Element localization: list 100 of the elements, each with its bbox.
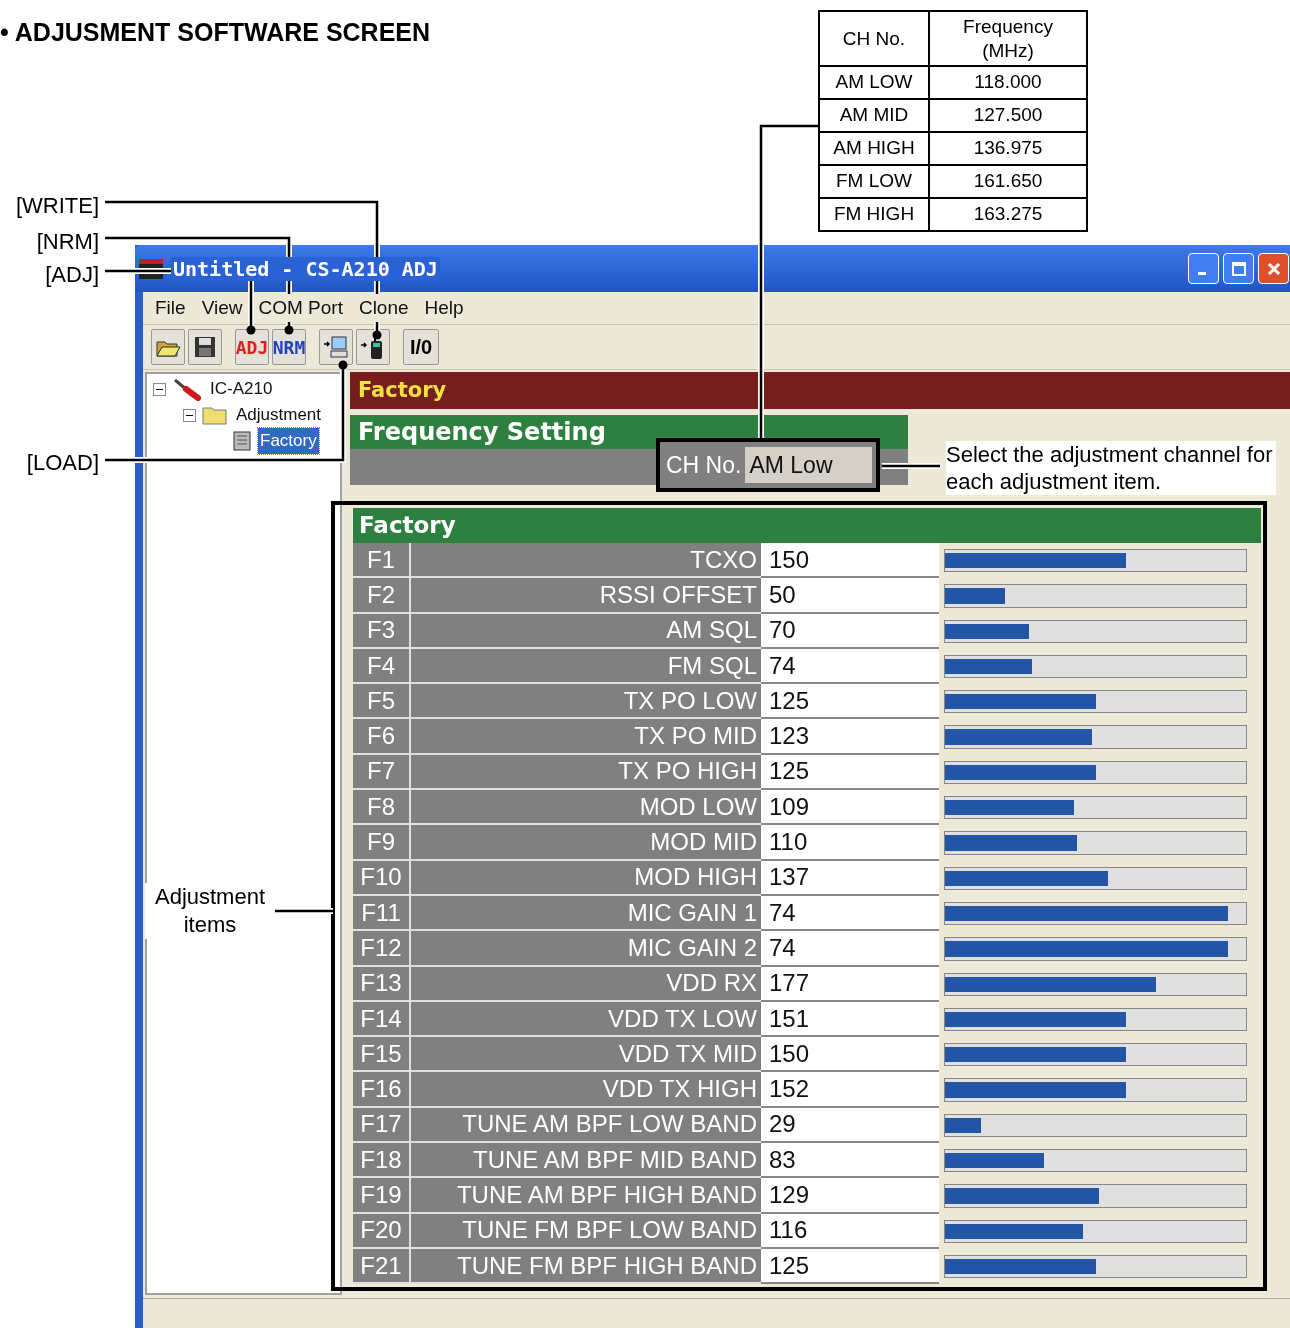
minimize-icon (1197, 272, 1206, 275)
item-name: TUNE FM BPF LOW BAND (411, 1213, 761, 1249)
item-name: VDD TX MID (411, 1037, 761, 1073)
leader-line (882, 463, 940, 469)
item-name: TUNE AM BPF LOW BAND (411, 1107, 761, 1144)
table-cell: 161.650 (929, 165, 1087, 198)
item-code: F5 (353, 684, 411, 720)
item-value: 110 (761, 825, 939, 861)
table-cell: 163.275 (929, 198, 1087, 231)
item-code: F8 (353, 790, 411, 826)
item-name: TUNE AM BPF HIGH BAND (411, 1178, 761, 1214)
item-value: 177 (761, 966, 939, 1002)
table-cell: AM LOW (819, 66, 929, 99)
item-value: 129 (761, 1178, 939, 1214)
item-name: VDD TX LOW (411, 1001, 761, 1038)
item-code: F4 (353, 648, 411, 685)
item-name: MOD HIGH (411, 860, 761, 896)
field-label: CH No. (666, 450, 742, 480)
item-value: 116 (761, 1213, 939, 1249)
item-name: MIC GAIN 1 (411, 895, 761, 932)
item-name: MOD LOW (411, 790, 761, 826)
adj-button[interactable]: ADJ (235, 329, 269, 365)
table-cell: 118.000 (929, 66, 1087, 99)
maximize-button[interactable] (1223, 253, 1254, 284)
item-code: F18 (353, 1143, 411, 1179)
table-cell: 136.975 (929, 132, 1087, 165)
column-header: Frequency (MHz) (929, 11, 1087, 66)
item-value: 152 (761, 1072, 939, 1108)
tree-item[interactable]: Factory (258, 428, 319, 454)
save-button[interactable] (188, 329, 222, 365)
callout-label: Select the adjustment channel for each adjustment item. (946, 441, 1276, 495)
item-value: 74 (761, 931, 939, 967)
item-value: 83 (761, 1143, 939, 1179)
item-value: 150 (761, 543, 939, 579)
item-code: F11 (353, 895, 411, 932)
item-name: AM SQL (411, 613, 761, 649)
item-name: VDD RX (411, 966, 761, 1002)
item-value: 70 (761, 613, 939, 649)
item-value: 123 (761, 719, 939, 755)
item-code: F16 (353, 1072, 411, 1108)
open-button[interactable] (151, 329, 185, 365)
section-header: Factory (353, 508, 1261, 543)
collapse-toggle[interactable] (153, 382, 166, 396)
load-button[interactable] (319, 329, 353, 365)
collapse-toggle[interactable] (183, 408, 196, 422)
item-name: FM SQL (411, 648, 761, 685)
item-name: TX PO MID (411, 719, 761, 755)
item-code: F14 (353, 1001, 411, 1038)
nrm-button[interactable]: NRM (272, 329, 306, 365)
item-name: TX PO LOW (411, 684, 761, 720)
item-code: F12 (353, 931, 411, 967)
item-code: F19 (353, 1178, 411, 1214)
table-cell: 127.500 (929, 99, 1087, 132)
tree-item[interactable]: Adjustment (234, 402, 324, 428)
item-code: F2 (353, 578, 411, 614)
item-code: F13 (353, 966, 411, 1002)
item-value: 137 (761, 860, 939, 896)
item-value: 109 (761, 790, 939, 826)
write-button[interactable] (356, 329, 390, 365)
item-value: 125 (761, 1248, 939, 1285)
item-code: F1 (353, 543, 411, 579)
item-name: TUNE AM BPF MID BAND (411, 1143, 761, 1179)
item-code: F15 (353, 1037, 411, 1073)
item-name: RSSI OFFSET (411, 578, 761, 614)
item-name: TX PO HIGH (411, 754, 761, 791)
column-header: CH No. (819, 11, 929, 66)
minimize-button[interactable] (1188, 253, 1219, 284)
item-name: TUNE FM BPF HIGH BAND (411, 1248, 761, 1285)
arrow-to-computer-icon (323, 335, 349, 359)
screwdriver-icon (172, 377, 202, 401)
item-name: MIC GAIN 2 (411, 931, 761, 967)
document-icon (232, 431, 252, 451)
close-icon (1265, 260, 1282, 277)
channel-field[interactable]: AM Low (745, 447, 872, 483)
table-cell: FM LOW (819, 165, 929, 198)
table-cell: AM MID (819, 99, 929, 132)
page-header: Factory (350, 372, 1290, 409)
item-value: 125 (761, 684, 939, 720)
table-cell: FM HIGH (819, 198, 929, 231)
item-code: F20 (353, 1213, 411, 1249)
close-button[interactable] (1258, 253, 1289, 284)
window-title: Untitled - CS-A210 ADJ (171, 256, 440, 281)
item-code: F7 (353, 754, 411, 791)
item-code: F17 (353, 1107, 411, 1144)
item-code: F6 (353, 719, 411, 755)
item-value: 150 (761, 1037, 939, 1073)
item-name: VDD TX HIGH (411, 1072, 761, 1108)
table-cell: AM HIGH (819, 132, 929, 165)
item-value: 29 (761, 1107, 939, 1144)
item-code: F21 (353, 1248, 411, 1285)
item-name: MOD MID (411, 825, 761, 861)
maximize-icon (1230, 260, 1247, 277)
item-code: F10 (353, 860, 411, 896)
io-button[interactable]: I/0 (403, 329, 439, 365)
tree-item[interactable]: IC-A210 (208, 376, 275, 402)
item-value: 74 (761, 895, 939, 932)
page-heading: • ADJUSMENT SOFTWARE SCREEN (0, 17, 431, 48)
item-value: 50 (761, 578, 939, 614)
item-value: 151 (761, 1001, 939, 1038)
item-code: F9 (353, 825, 411, 861)
